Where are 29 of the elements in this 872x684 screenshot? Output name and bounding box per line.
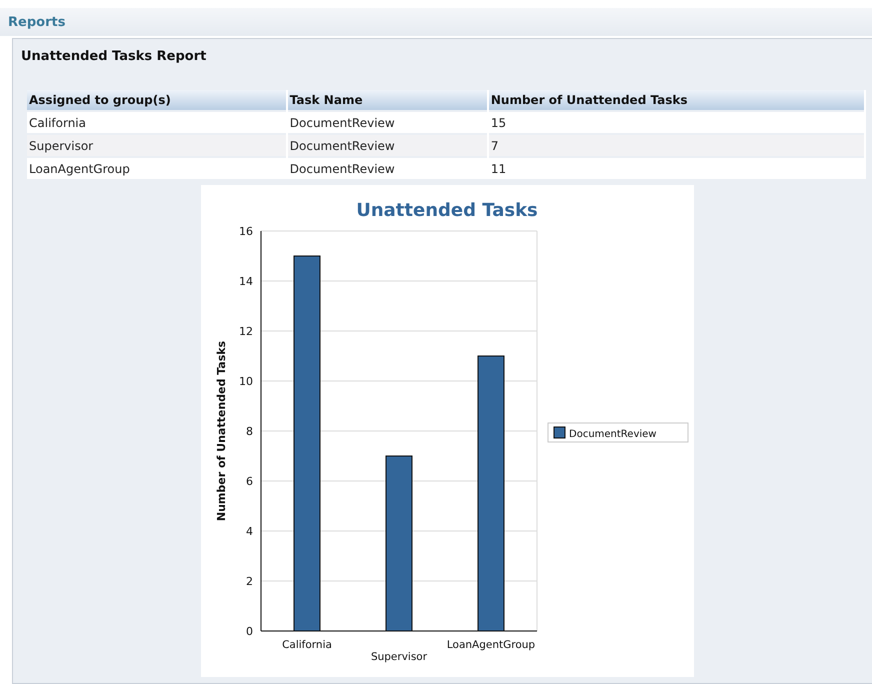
tick-label: 14: [239, 275, 253, 288]
table-cell: LoanAgentGroup: [27, 157, 287, 179]
table-cell: 11: [488, 157, 865, 179]
table-cell: DocumentReview: [286, 134, 488, 157]
category-label: Supervisor: [370, 651, 428, 663]
tick-label: 2: [246, 575, 253, 588]
category-label: LoanAgentGroup: [446, 639, 536, 651]
header-title: Reports: [8, 14, 66, 30]
tick-label: 0: [246, 625, 253, 638]
column-header: Number of Unattended Tasks: [488, 90, 865, 111]
tick-label: 6: [246, 475, 253, 488]
column-header: Assigned to group(s): [27, 90, 287, 111]
table-cell: DocumentReview: [286, 157, 488, 179]
y-axis-label: Number of Unattended Tasks: [215, 340, 228, 522]
table-cell: 15: [488, 111, 865, 134]
table-cell: Supervisor: [27, 134, 287, 157]
table-cell: California: [27, 111, 287, 134]
table-cell: 7: [488, 134, 865, 157]
tick-label: 10: [239, 375, 253, 388]
report-title: Unattended Tasks Report: [21, 49, 208, 64]
tick-label: 12: [239, 325, 253, 338]
tick-label: 4: [246, 525, 253, 538]
column-header: Task Name: [286, 90, 488, 111]
chart-title: Unattended Tasks: [356, 200, 538, 221]
tick-label: 16: [239, 225, 253, 238]
tick-label: 8: [246, 425, 253, 438]
legend-label: DocumentReview: [569, 429, 656, 440]
category-label: California: [282, 639, 332, 651]
table-cell: DocumentReview: [286, 111, 488, 134]
